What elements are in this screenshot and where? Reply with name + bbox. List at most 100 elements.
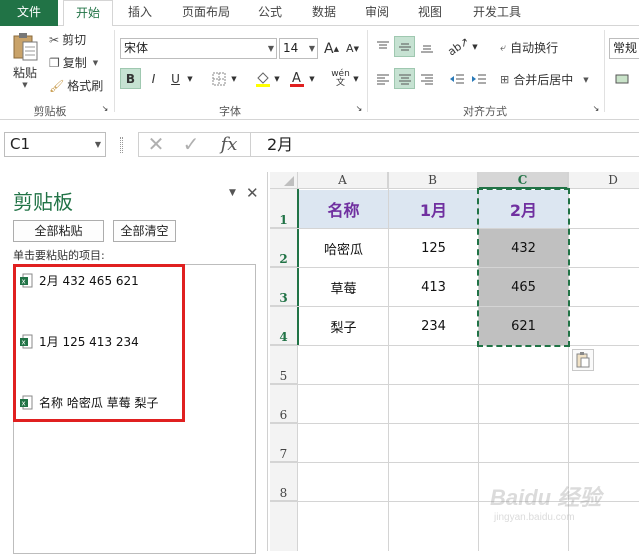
align-center-icon [398,74,411,84]
decrease-indent-button[interactable] [446,68,467,89]
grid-line [270,423,639,424]
copy-button[interactable]: ❐ 复制 ▼ [49,54,98,71]
cell-a3[interactable]: 草莓 [299,268,388,306]
chevron-down-icon[interactable]: ▼ [350,68,362,89]
increase-indent-button[interactable] [468,68,489,89]
row-header-3[interactable]: 3 [270,267,298,306]
fill-color-button[interactable] [252,68,273,89]
paste-options-button[interactable] [572,349,594,371]
font-name-select[interactable]: 宋体 ▼ [120,38,277,59]
tab-file[interactable]: 文件 [0,0,58,26]
border-button[interactable] [208,68,229,89]
pane-hint: 单击要粘贴的项目: [13,249,105,262]
cell-a2[interactable]: 哈密瓜 [299,229,388,267]
bold-button[interactable]: B [120,68,141,89]
chevron-down-icon[interactable]: ▼ [271,68,283,89]
cell-a4[interactable]: 梨子 [299,307,388,345]
cell-b1[interactable]: 1月 [389,190,478,228]
row-header-9[interactable] [270,501,298,551]
row-number: 6 [279,408,288,422]
copy-selection-border [477,188,570,347]
close-icon[interactable]: ✕ [246,184,259,202]
chevron-down-icon: ▼ [267,44,274,53]
currency-icon [615,74,628,83]
cell-a1[interactable]: 名称 [299,190,388,228]
tab-review[interactable]: 审阅 [355,0,399,26]
shrink-font-button[interactable]: A ▼ [342,38,363,59]
chevron-down-icon[interactable]: ▼ [306,68,318,89]
paste-button[interactable]: 粘贴 ▼ [8,32,42,90]
cell-b4[interactable]: 234 [389,307,478,345]
align-center-button[interactable] [394,68,415,89]
cell-b3[interactable]: 413 [389,268,478,306]
scissors-icon: ✂ [49,32,60,47]
accounting-format-button[interactable] [611,68,632,89]
row-header-4[interactable]: 4 [270,306,298,345]
font-size-select[interactable]: 14 ▼ [279,38,318,59]
dialog-launcher-icon[interactable]: ↘ [100,103,110,113]
pane-title: 剪贴板 [13,190,73,214]
chevron-down-icon[interactable]: ▼ [184,68,196,89]
pane-options-icon[interactable]: ▼ [229,188,236,198]
cancel-button[interactable]: ✕ [143,132,169,157]
grid-line [270,384,639,385]
column-header-d[interactable]: D [568,172,639,189]
row-header-8[interactable]: 8 [270,462,298,501]
underline-button[interactable]: U [165,68,186,89]
tab-page-layout[interactable]: 页面布局 [171,0,241,26]
cut-button[interactable]: ✂ 剪切 [49,31,86,48]
select-all-corner[interactable] [270,172,298,189]
row-header-6[interactable]: 6 [270,384,298,423]
tab-data[interactable]: 数据 [302,0,346,26]
align-right-button[interactable] [416,68,437,89]
formula-input[interactable]: 2月 [250,132,639,157]
paste-label: 粘贴 [12,66,37,80]
font-color-icon: A [289,71,304,87]
font-color-button[interactable]: A [286,68,307,89]
align-middle-button[interactable] [394,36,415,57]
name-box[interactable]: C1 ▼ [4,132,106,157]
row-header-5[interactable]: 5 [270,345,298,384]
tab-view[interactable]: 视图 [408,0,452,26]
align-left-button[interactable] [372,68,393,89]
text-orientation-icon: ab↗ [445,34,472,59]
row-number: 1 [279,213,288,227]
row-header-7[interactable]: 7 [270,423,298,462]
chevron-down-icon: ▼ [92,58,99,67]
number-format-select[interactable]: 常规 [609,38,639,59]
tab-formulas[interactable]: 公式 [248,0,292,26]
paste-all-button[interactable]: 全部粘贴 [13,220,104,242]
row-header-1[interactable]: 1 [270,189,298,228]
tab-developer[interactable]: 开发工具 [462,0,532,26]
insert-function-button[interactable]: fx [215,132,243,157]
dialog-launcher-icon[interactable]: ↘ [354,103,364,113]
row-number: 2 [279,252,288,266]
chevron-down-icon[interactable]: ▼ [469,36,481,57]
align-bottom-button[interactable] [416,36,437,57]
column-header-c[interactable]: C [478,172,568,189]
dialog-launcher-icon[interactable]: ↘ [591,103,601,113]
column-header-a[interactable]: A [298,172,388,189]
resize-handle[interactable] [120,137,123,153]
tab-home[interactable]: 开始 [63,0,113,27]
enter-button[interactable]: ✓ [178,132,204,157]
tab-insert[interactable]: 插入 [118,0,162,26]
clipboard-group-label: 剪贴板 [33,105,67,118]
formula-content: 2月 [267,135,294,154]
grow-font-button[interactable]: A ▲ [321,38,342,59]
wrap-text-button[interactable]: ⤶ 自动换行 [500,39,558,56]
increase-indent-icon [471,74,486,83]
cell-b2[interactable]: 125 [389,229,478,267]
clear-all-button[interactable]: 全部清空 [113,220,176,242]
orientation-button[interactable]: ab↗ [445,34,472,59]
chevron-down-icon[interactable]: ▼ [228,68,240,89]
column-header-b[interactable]: B [388,172,478,189]
font-name-value: 宋体 [124,41,149,55]
format-painter-button[interactable]: 🖌 格式刷 [49,77,103,94]
phonetic-button[interactable]: wén 文 [330,68,351,89]
italic-button[interactable]: I [143,68,164,89]
row-header-2[interactable]: 2 [270,228,298,267]
merge-center-button[interactable]: ⊞ 合并后居中 ▼ [500,71,589,88]
clipboard-icon [576,352,590,368]
align-top-button[interactable] [372,36,393,57]
